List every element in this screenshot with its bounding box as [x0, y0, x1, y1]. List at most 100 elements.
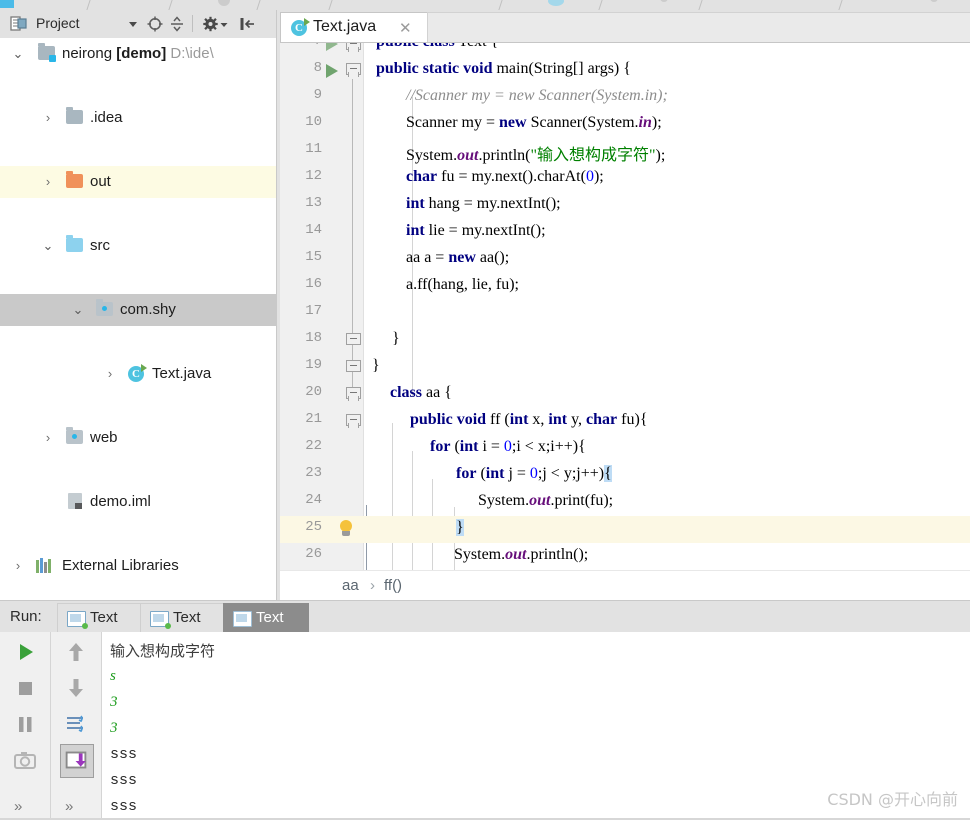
fold-marker-icon[interactable]: [346, 63, 361, 77]
line-number: 19: [305, 357, 322, 373]
code-viewport[interactable]: 7 public class Text { 8 public static vo…: [280, 43, 970, 570]
tree-node-src[interactable]: ⌄ src: [0, 230, 276, 262]
tree-node-module: [demo]: [116, 45, 167, 62]
breadcrumb-method[interactable]: ff(): [384, 577, 402, 594]
chevron-right-icon[interactable]: ›: [40, 422, 56, 454]
code-line-22[interactable]: 22 for (int i = 0;i < x;i++){: [280, 435, 970, 462]
code-line-20[interactable]: 20 class aa {: [280, 381, 970, 408]
run-method-icon[interactable]: [326, 64, 338, 78]
tree-node-out[interactable]: › out: [0, 166, 276, 198]
project-view-icon[interactable]: [10, 15, 28, 33]
code-line-14[interactable]: 14 int lie = my.nextInt();: [280, 219, 970, 246]
breadcrumb-class[interactable]: aa: [342, 577, 359, 594]
pause-button[interactable]: [9, 708, 41, 740]
code-line-7[interactable]: 7 public class Text {: [280, 43, 970, 57]
fold-marker-icon[interactable]: [346, 387, 361, 401]
fold-marker-icon[interactable]: [346, 360, 361, 373]
code-line-8[interactable]: 8 public static void main(String[] args)…: [280, 57, 970, 84]
code-text: }: [372, 357, 380, 374]
editor-tab-text-java[interactable]: C Text.java ✕: [280, 12, 437, 44]
run-tab-label: Text: [90, 609, 118, 626]
code-line-10[interactable]: 10 Scanner my = new Scanner(System.in);: [280, 111, 970, 138]
chevron-down-icon[interactable]: [219, 15, 229, 33]
tree-node-label: demo.iml: [90, 493, 151, 510]
console-output[interactable]: 输入想构成字符 s 3 3 sss sss sss CSDN @开心向前: [102, 632, 970, 820]
tree-node-label: External Libraries: [62, 557, 179, 574]
package-icon: [96, 299, 113, 317]
chevron-down-icon[interactable]: ⌄: [10, 38, 26, 70]
chevrons-right-icon[interactable]: »: [14, 798, 22, 815]
camera-icon[interactable]: [9, 744, 41, 776]
hide-panel-icon[interactable]: [238, 15, 256, 33]
code-line-21[interactable]: 21 public void ff (int x, int y, char fu…: [280, 408, 970, 435]
project-tree[interactable]: ⌄ neirong [demo] D:\ide\ › .idea › out ⌄…: [0, 38, 276, 600]
code-line-17[interactable]: 17: [280, 300, 970, 327]
rerun-button[interactable]: [9, 636, 41, 668]
chevron-right-icon[interactable]: ›: [102, 358, 118, 390]
stop-button[interactable]: [9, 672, 41, 704]
code-line-11[interactable]: 11 System.out.println("输入想构成字符");: [280, 138, 970, 165]
soft-wrap-icon[interactable]: [60, 708, 92, 740]
tree-node-demo-iml[interactable]: demo.iml: [0, 486, 276, 518]
code-text: for (int j = 0;j < y;j++){: [456, 465, 612, 482]
scroll-to-end-icon[interactable]: [60, 744, 94, 778]
tab-ghost-icon: [218, 0, 230, 6]
code-line-16[interactable]: 16 a.ff(hang, lie, fu);: [280, 273, 970, 300]
close-icon[interactable]: ✕: [399, 19, 412, 37]
collapse-all-icon[interactable]: [168, 15, 186, 33]
arrow-down-icon[interactable]: [60, 672, 92, 704]
locate-target-icon[interactable]: [146, 15, 164, 33]
tab-chip-icon: [0, 0, 14, 8]
code-line-18[interactable]: 18 }: [280, 327, 970, 354]
toolbar-divider: [192, 15, 193, 32]
tree-node-com-shy[interactable]: ⌄ com.shy: [0, 294, 276, 326]
breadcrumb[interactable]: aa › ff(): [280, 570, 970, 601]
lightbulb-icon[interactable]: [337, 520, 355, 538]
idea-window: Project ⌄ neirong [demo] D:\ide\ › .idea…: [0, 0, 970, 820]
code-text: System.out.print(fu);: [478, 492, 614, 509]
run-tab-2[interactable]: Text: [223, 603, 309, 634]
code-line-24[interactable]: 24 System.out.print(fu);: [280, 489, 970, 516]
tree-node-web[interactable]: › web: [0, 422, 276, 454]
arrow-up-icon[interactable]: [60, 636, 92, 668]
code-line-15[interactable]: 15 aa a = new aa();: [280, 246, 970, 273]
fold-marker-icon[interactable]: [346, 414, 361, 428]
code-line-9[interactable]: 9 //Scanner my = new Scanner(System.in);: [280, 84, 970, 111]
code-line-12[interactable]: 12 char fu = my.next().charAt(0);: [280, 165, 970, 192]
tree-node-label: Text.java: [152, 365, 212, 382]
code-line-19[interactable]: 19 }: [280, 354, 970, 381]
chevron-down-icon[interactable]: [124, 15, 142, 33]
gear-icon[interactable]: [202, 15, 220, 33]
tree-node-idea[interactable]: › .idea: [0, 102, 276, 134]
tree-node-external-libraries[interactable]: › External Libraries: [0, 550, 276, 582]
tree-node-neirong[interactable]: ⌄ neirong [demo] D:\ide\: [0, 38, 276, 70]
code-line-25[interactable]: 25 }: [280, 516, 970, 543]
chevron-right-icon[interactable]: ›: [40, 166, 56, 198]
run-gutter-icon[interactable]: [326, 43, 338, 51]
code-line-13[interactable]: 13 int hang = my.nextInt();: [280, 192, 970, 219]
editor-tab-label: Text.java: [313, 18, 377, 35]
line-number: 22: [305, 438, 322, 454]
project-tool-window: Project ⌄ neirong [demo] D:\ide\ › .idea…: [0, 10, 276, 600]
line-number: 15: [305, 249, 322, 265]
chevron-down-icon[interactable]: ⌄: [40, 230, 56, 262]
chevron-right-icon[interactable]: ›: [10, 550, 26, 582]
tab-ghost-icon: [660, 0, 668, 2]
iml-file-icon: [68, 493, 85, 509]
code-text: Scanner my = new Scanner(System.in);: [406, 114, 662, 131]
line-number: 13: [305, 195, 322, 211]
chevron-down-icon[interactable]: ⌄: [70, 294, 86, 326]
tree-node-label: src: [90, 237, 110, 254]
console-running-icon: [150, 611, 171, 629]
line-number: 14: [305, 222, 322, 238]
fold-marker-icon[interactable]: [346, 333, 361, 346]
console-running-icon: [67, 611, 88, 629]
code-line-26[interactable]: 26 System.out.println();: [280, 543, 970, 570]
chevrons-right-icon[interactable]: »: [65, 798, 73, 815]
line-number: 12: [305, 168, 322, 184]
fold-marker-icon[interactable]: [346, 43, 361, 52]
code-line-23[interactable]: 23 for (int j = 0;j < y;j++){: [280, 462, 970, 489]
chevron-right-icon[interactable]: ›: [40, 102, 56, 134]
line-number: 25: [305, 519, 322, 535]
tree-node-text-java[interactable]: › C Text.java: [0, 358, 276, 390]
